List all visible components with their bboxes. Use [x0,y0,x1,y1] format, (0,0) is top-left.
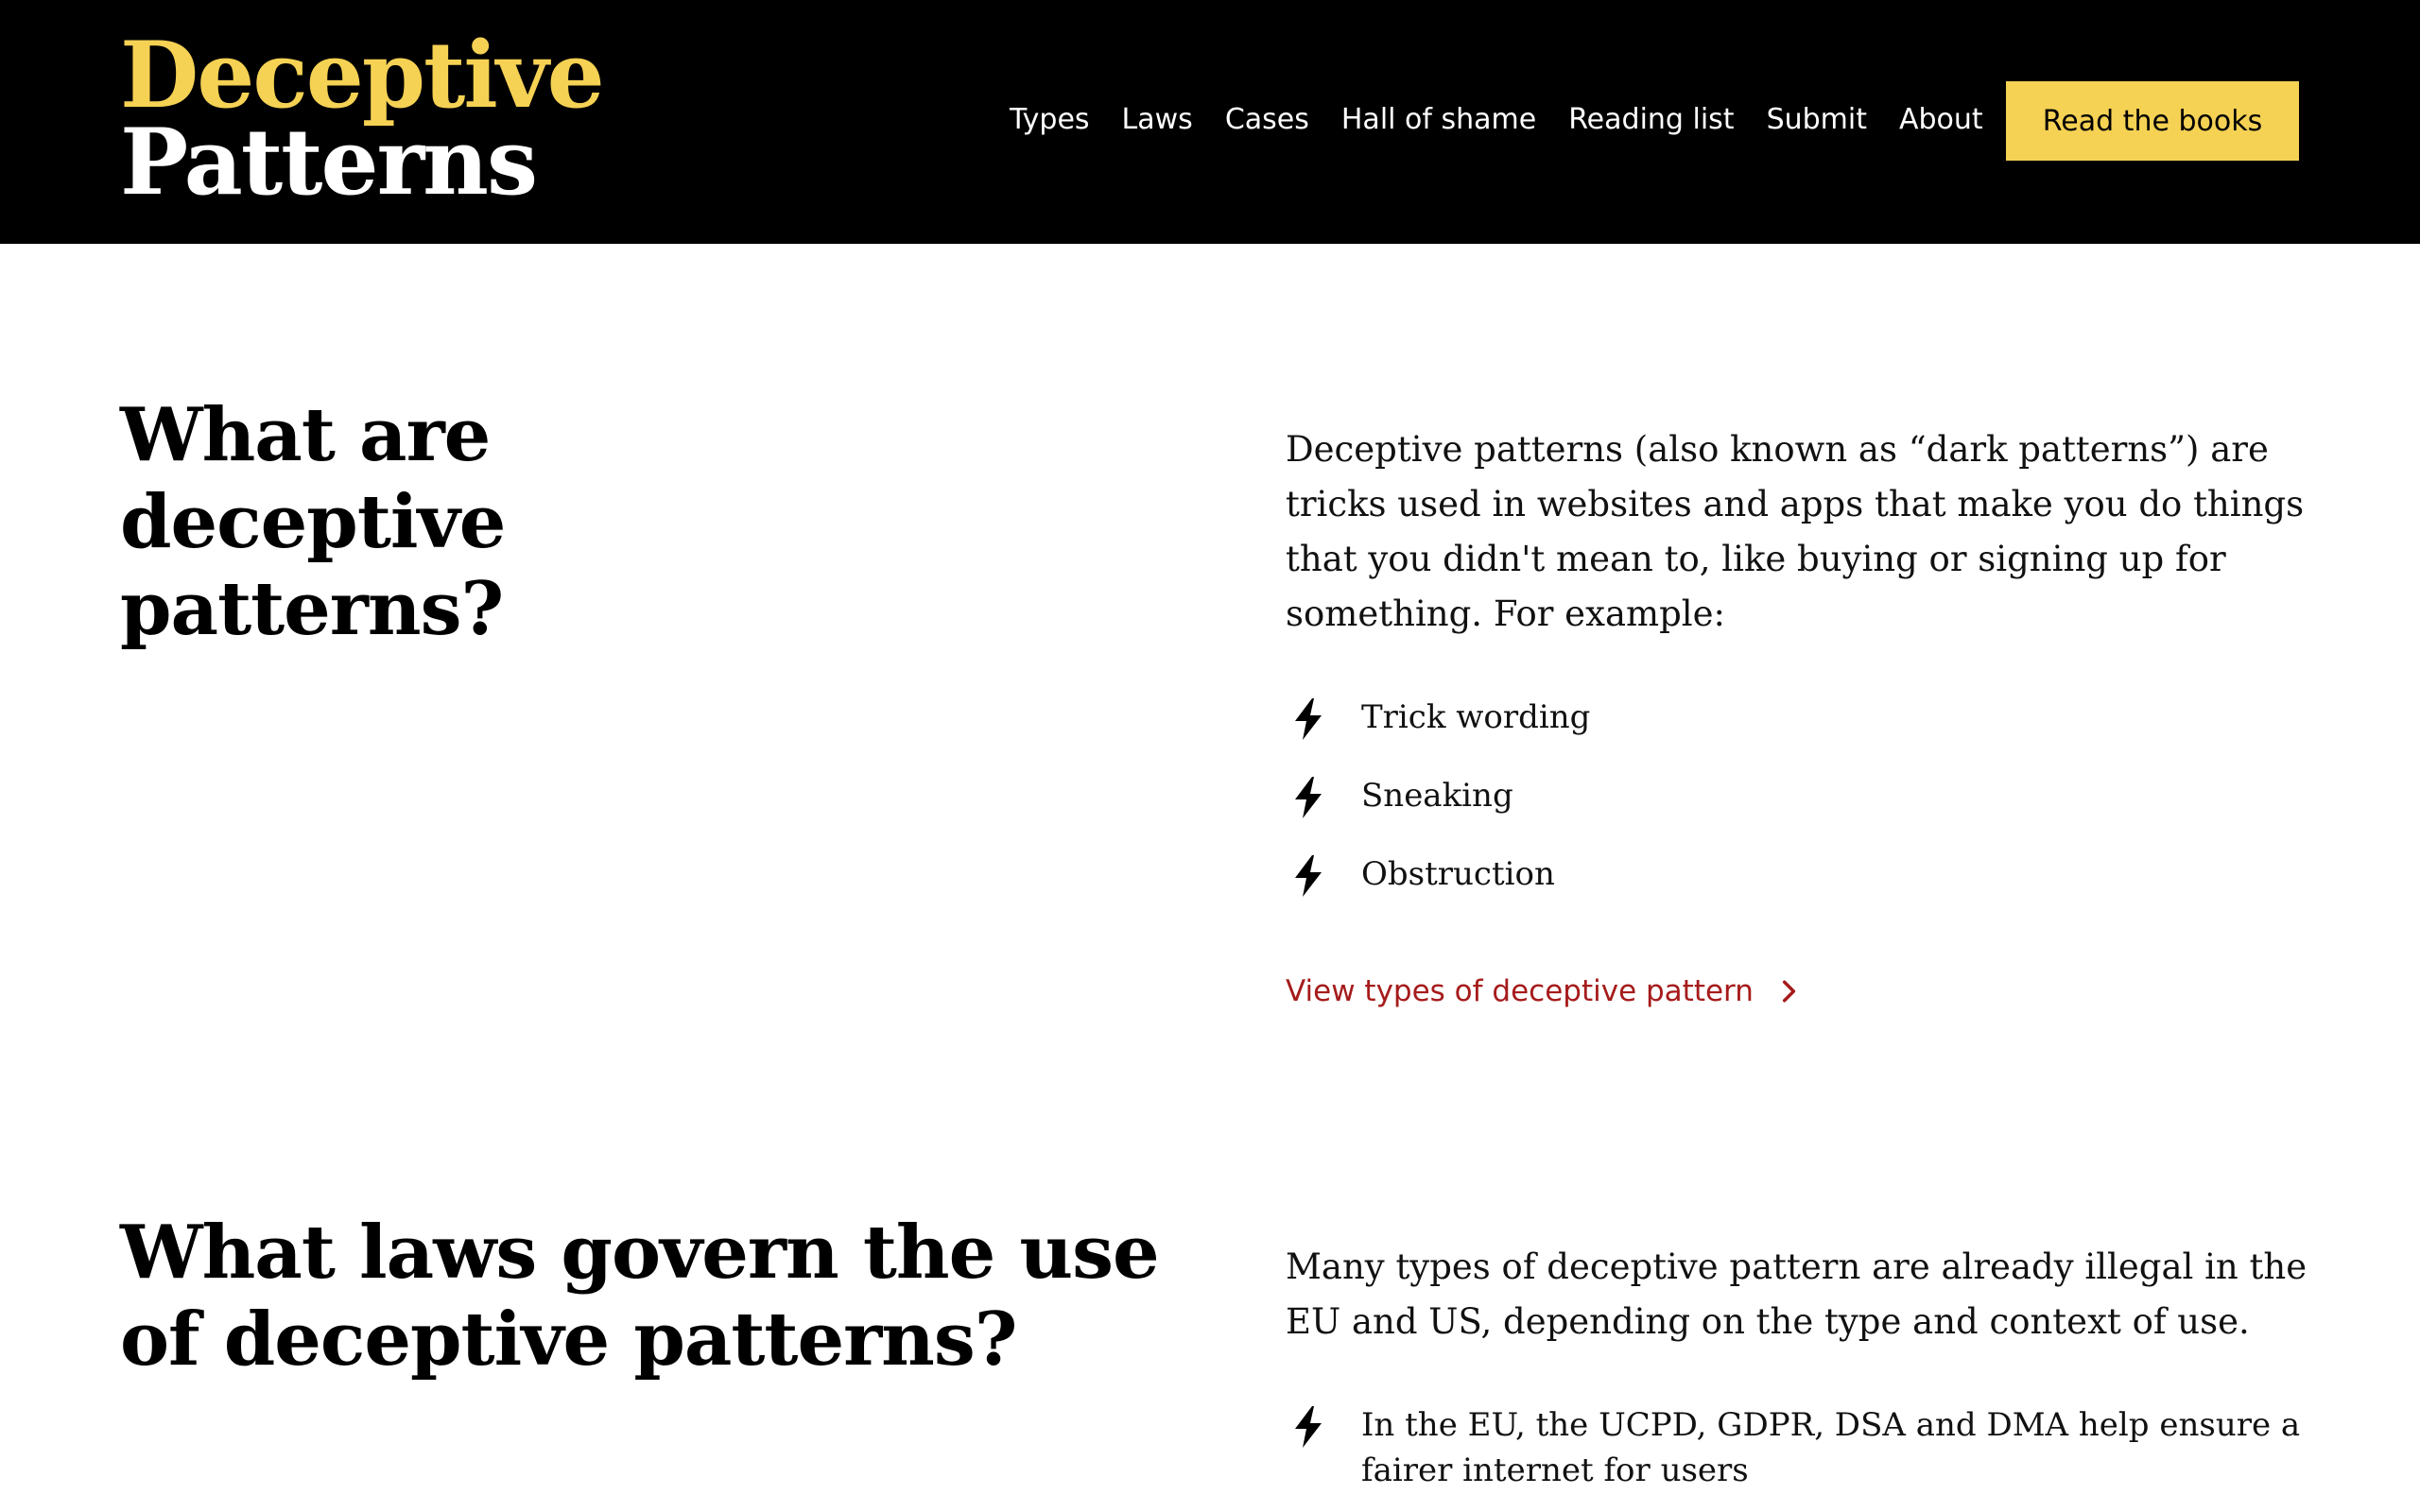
nav-about[interactable]: About [1899,103,1983,136]
law-list: In the EU, the UCPD, GDPR, DSA and DMA h… [1286,1402,2316,1493]
list-item: In the EU, the UCPD, GDPR, DSA and DMA h… [1286,1402,2316,1493]
main-nav: Types Laws Cases Hall of shame Reading l… [1010,98,1983,140]
section-what-laws-govern: What laws govern the use of deceptive pa… [0,1143,2420,1512]
read-the-books-button[interactable]: Read the books [2006,81,2299,161]
lightning-bolt-icon [1295,1406,1322,1448]
logo-line-patterns: Patterns [120,109,538,215]
view-types-link-label: View types of deceptive pattern [1286,974,1754,1008]
nav-laws[interactable]: Laws [1122,103,1193,136]
lightning-bolt-icon [1295,698,1322,740]
list-item: Sneaking [1286,773,2316,818]
section-what-are-deceptive-patterns: What are deceptive patterns? Deceptive p… [0,244,2420,1094]
list-item-label: Trick wording [1361,698,1591,736]
section-lede: Deceptive patterns (also known as “dark … [1286,429,2305,634]
section-lede: Many types of deceptive pattern are alre… [1286,1246,2308,1342]
list-item-label: Obstruction [1361,855,1555,893]
site-header: Deceptive Patterns Types Laws Cases Hall… [0,0,2420,244]
lightning-bolt-icon [1295,777,1322,818]
section-body: Many types of deceptive pattern are alre… [1286,1240,2316,1493]
lightning-bolt-icon [1295,855,1322,897]
section-body: Deceptive patterns (also known as “dark … [1286,422,2316,1008]
nav-reading-list[interactable]: Reading list [1568,103,1734,136]
nav-cases[interactable]: Cases [1225,103,1309,136]
site-logo[interactable]: Deceptive Patterns [120,22,605,215]
list-item: Obstruction [1286,851,2316,897]
chevron-right-icon [1782,980,1796,1003]
nav-types[interactable]: Types [1010,103,1090,136]
list-item-label: In the EU, the UCPD, GDPR, DSA and DMA h… [1361,1406,2301,1489]
list-item: Trick wording [1286,695,2316,740]
view-types-link[interactable]: View types of deceptive pattern [1286,974,1801,1008]
nav-submit[interactable]: Submit [1767,103,1867,136]
logo-line-deceptive: Deceptive [120,22,605,129]
section-heading: What laws govern the use of deceptive pa… [120,1210,1160,1383]
nav-hall-of-shame[interactable]: Hall of shame [1341,103,1536,136]
example-list: Trick wording Sneaking Obstruction [1286,695,2316,897]
list-item-label: Sneaking [1361,777,1513,815]
section-heading: What are deceptive patterns? [120,392,506,652]
